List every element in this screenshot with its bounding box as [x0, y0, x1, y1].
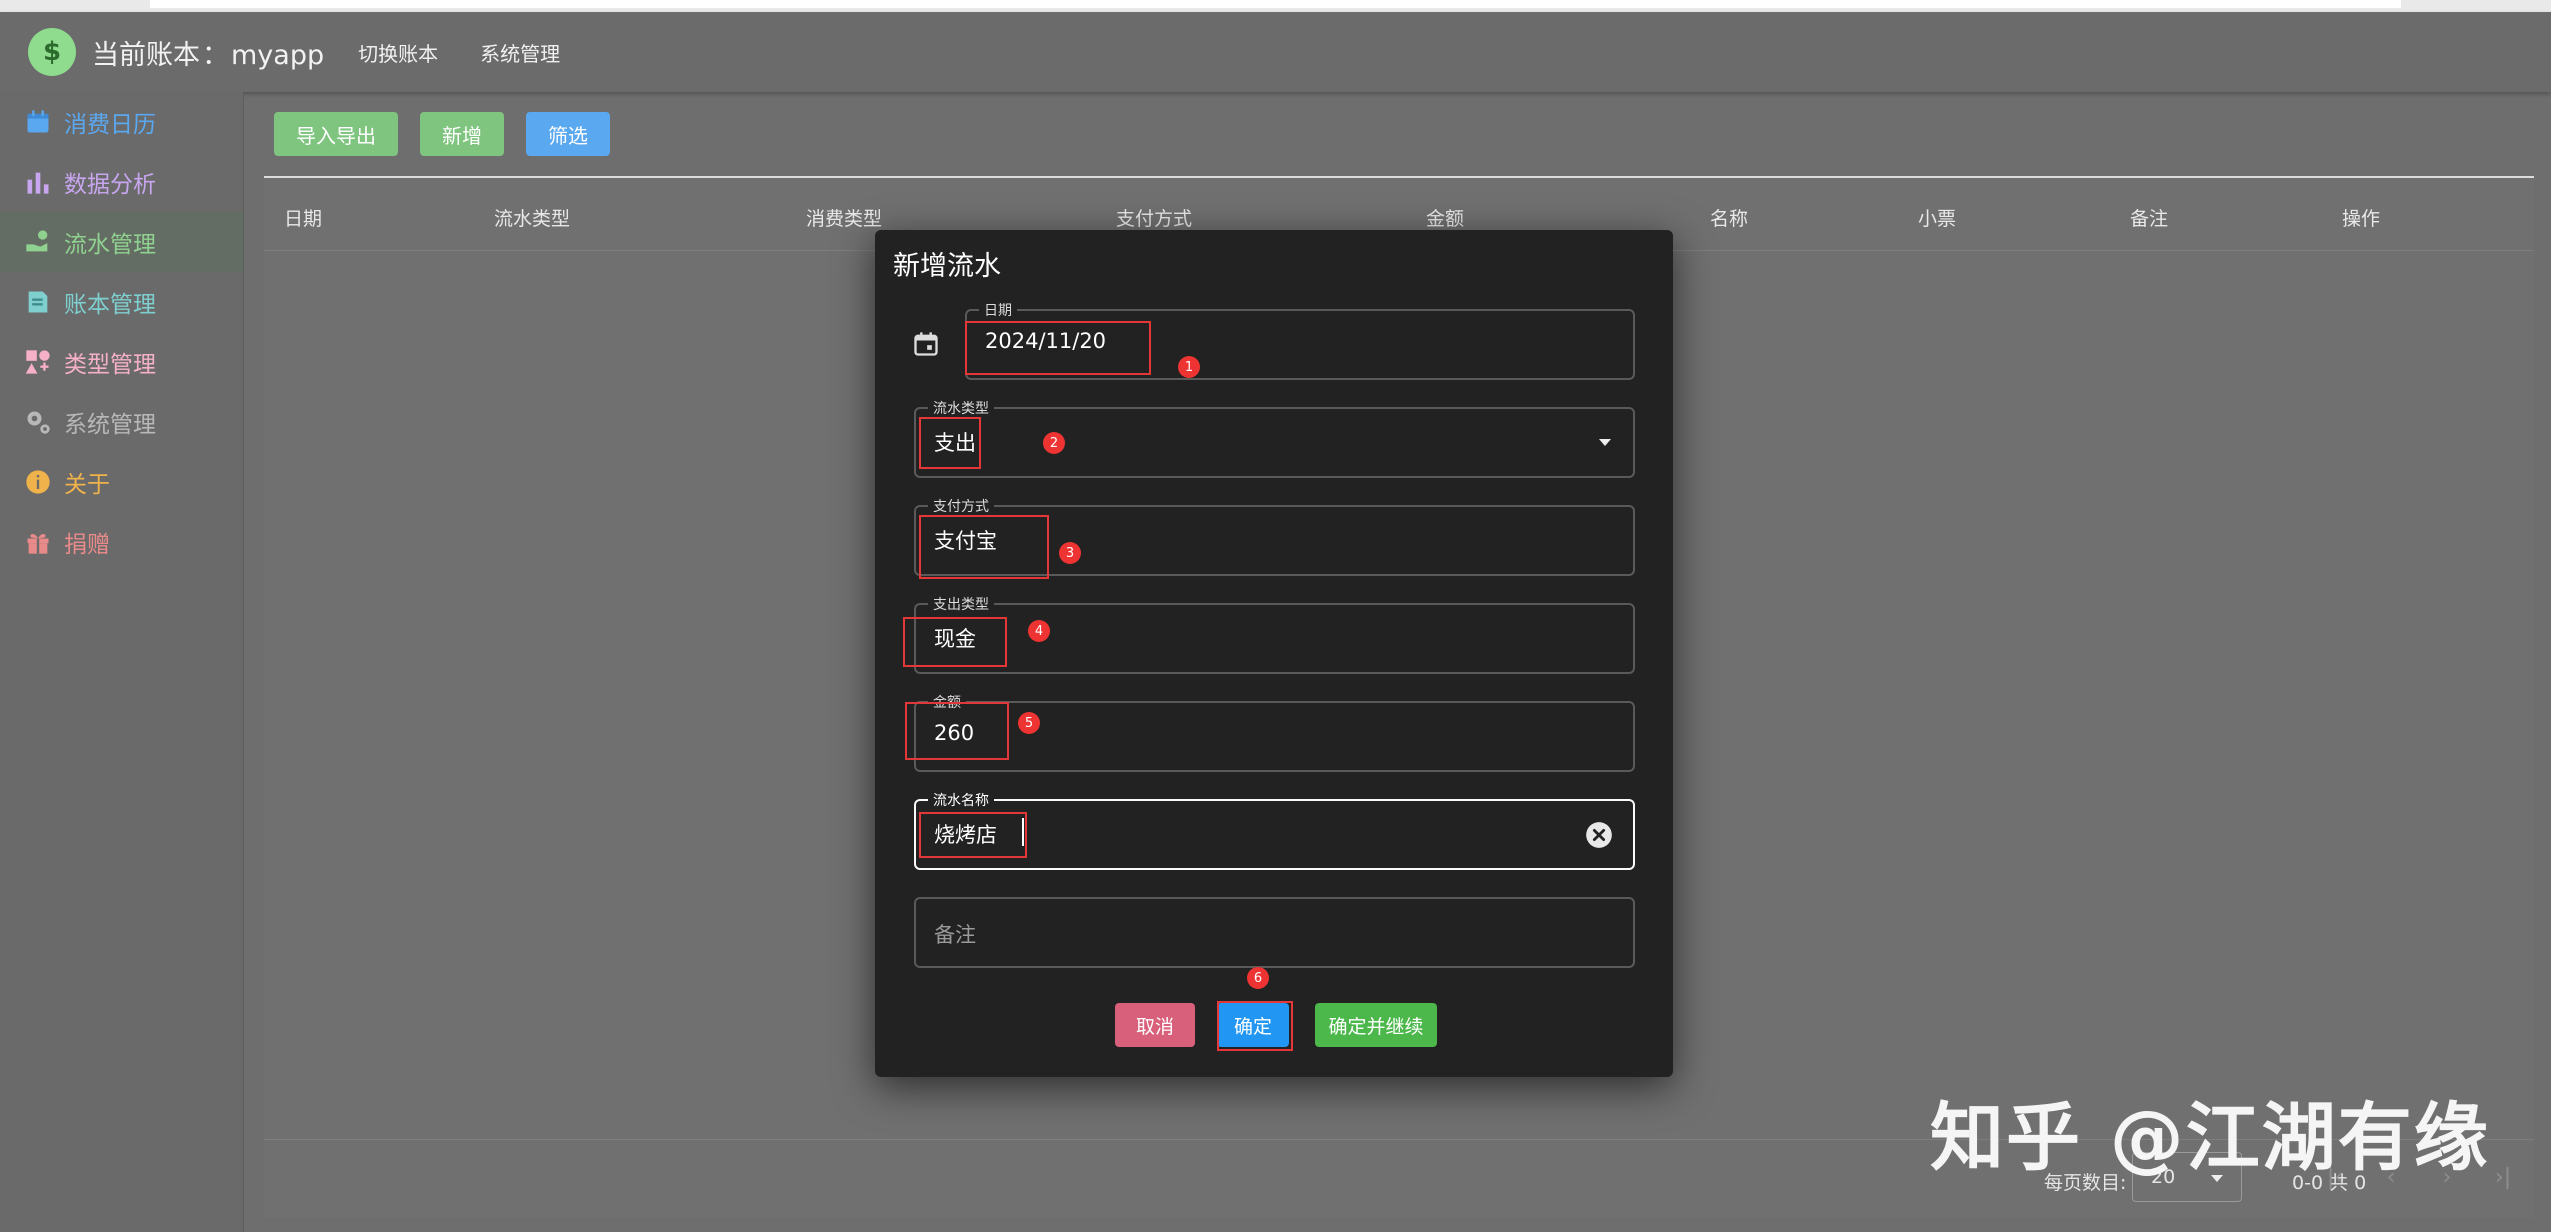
column-header[interactable]: 消费类型 — [806, 204, 882, 231]
column-header[interactable]: 名称 — [1710, 204, 1748, 231]
dialog-title: 新增流水 — [893, 251, 1001, 282]
note-field[interactable]: 备注 — [914, 897, 1635, 968]
calendar-icon — [27, 110, 49, 133]
highlight-box — [903, 617, 1007, 667]
calendar-icon[interactable] — [912, 330, 940, 358]
column-header[interactable]: 小票 — [1918, 204, 1956, 231]
column-header[interactable]: 日期 — [284, 204, 322, 231]
system-admin-menu[interactable]: 系统管理 — [480, 38, 560, 67]
confirm-continue-button[interactable]: 确定并继续 — [1315, 1003, 1437, 1047]
filter-button[interactable]: 筛选 — [526, 112, 610, 156]
gears-icon — [27, 411, 50, 434]
ledger-icon — [28, 291, 48, 313]
sidebar-label: 账本管理 — [64, 292, 156, 318]
info-icon — [26, 470, 50, 494]
flow-type-select[interactable]: 流水类型 支出 — [914, 398, 1635, 478]
step-badge: 4 — [1028, 620, 1050, 642]
highlight-box — [919, 812, 1027, 858]
step-badge: 6 — [1247, 967, 1269, 989]
toolbar: 导入导出 新增 筛选 — [274, 112, 610, 156]
bar-chart-icon — [27, 172, 49, 194]
sidebar-item-calendar[interactable]: 消费日历 — [0, 92, 243, 152]
sidebar-label: 流水管理 — [64, 232, 156, 258]
cancel-button[interactable]: 取消 — [1115, 1003, 1195, 1047]
sidebar-label: 消费日历 — [64, 112, 156, 138]
app-title: 当前账本：myapp — [92, 33, 324, 72]
date-label: 日期 — [979, 300, 1017, 320]
step-badge: 5 — [1018, 712, 1040, 734]
column-header[interactable]: 操作 — [2342, 204, 2380, 231]
sidebar-item-books[interactable]: 账本管理 — [0, 272, 243, 332]
column-header[interactable]: 备注 — [2130, 204, 2168, 231]
title-separator: ： — [202, 39, 229, 71]
sidebar-item-donate[interactable]: 捐赠 — [0, 512, 243, 572]
book-name: myapp — [231, 39, 325, 71]
import-export-button[interactable]: 导入导出 — [274, 112, 398, 156]
gift-icon — [27, 533, 49, 554]
hand-coins-icon — [26, 230, 48, 252]
sidebar: 消费日历 数据分析 流水管理 账本管理 类型管理 系统管理 关于 捐赠 — [0, 92, 244, 1232]
sidebar-label: 捐赠 — [64, 532, 110, 558]
column-header[interactable]: 流水类型 — [494, 204, 570, 231]
flow-name-label: 流水名称 — [928, 790, 994, 810]
sidebar-label: 类型管理 — [64, 352, 156, 378]
app-bar: $ 当前账本：myapp 切换账本 系统管理 — [0, 12, 2551, 92]
flow-type-label: 流水类型 — [928, 398, 994, 418]
sidebar-item-about[interactable]: 关于 — [0, 452, 243, 512]
expense-type-label: 支出类型 — [928, 594, 994, 614]
step-badge: 1 — [1178, 356, 1200, 378]
sidebar-item-analysis[interactable]: 数据分析 — [0, 152, 243, 212]
clear-icon[interactable] — [1585, 821, 1613, 849]
add-flow-dialog: 新增流水 日期 2024/11/20 1 流水类型 支出 2 支付方式 支付宝 … — [875, 230, 1673, 1077]
highlight-box — [965, 321, 1151, 375]
zhihu-watermark: 知乎 @江湖有缘 — [1930, 1095, 2490, 1181]
add-button[interactable]: 新增 — [420, 112, 504, 156]
expense-type-field[interactable]: 支出类型 现金 — [914, 594, 1635, 674]
dropdown-arrow-icon — [1599, 439, 1611, 446]
highlight-box — [919, 417, 981, 469]
shapes-icon — [25, 350, 50, 374]
note-placeholder: 备注 — [934, 923, 976, 947]
last-page-icon[interactable]: ›| — [2488, 1162, 2518, 1192]
highlight-box — [905, 702, 1009, 760]
sidebar-label: 关于 — [64, 472, 110, 498]
payment-label: 支付方式 — [928, 496, 994, 516]
step-badge: 2 — [1043, 432, 1065, 454]
browser-top-strip — [0, 0, 2551, 12]
sidebar-item-system[interactable]: 系统管理 — [0, 392, 243, 452]
title-prefix: 当前账本 — [92, 39, 200, 71]
column-header[interactable]: 金额 — [1426, 204, 1464, 231]
sidebar-label: 数据分析 — [64, 172, 156, 198]
sidebar-item-types[interactable]: 类型管理 — [0, 332, 243, 392]
column-header[interactable]: 支付方式 — [1116, 204, 1192, 231]
app-logo-icon: $ — [28, 28, 76, 76]
highlight-box — [919, 515, 1049, 579]
switch-book-menu[interactable]: 切换账本 — [358, 38, 438, 67]
amount-field[interactable]: 金额 260 — [914, 692, 1635, 772]
step-badge: 3 — [1059, 542, 1081, 564]
sidebar-label: 系统管理 — [64, 412, 156, 438]
highlight-box — [1217, 1001, 1293, 1051]
sidebar-item-flow[interactable]: 流水管理 — [0, 212, 243, 272]
